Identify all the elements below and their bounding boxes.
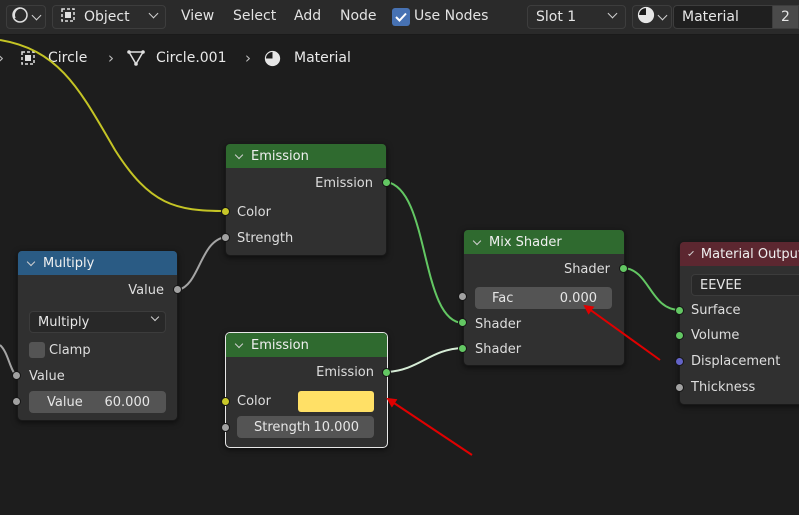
annotation-layer	[386, 304, 661, 456]
annotation-arrow-color	[386, 397, 473, 456]
annotation-arrow-fac	[583, 304, 661, 361]
